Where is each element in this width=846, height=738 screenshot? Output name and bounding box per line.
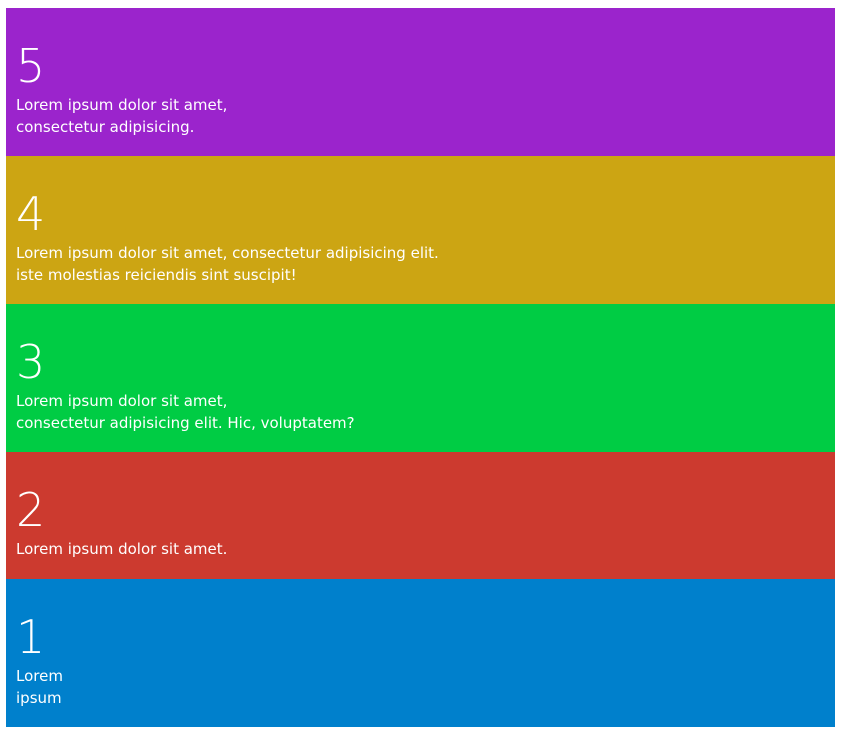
panel-text: Lorem ipsum dolor sit amet. (16, 538, 227, 560)
panel-text: Lorem ipsum dolor sit amet, consectetur … (16, 242, 439, 286)
panel-number: 1 (16, 610, 46, 664)
panel-number: 3 (16, 335, 46, 389)
panel-text-line: iste molestias reiciendis sint suscipit! (16, 266, 297, 284)
panel-text: Lorem ipsum (16, 665, 63, 709)
panel-text-line: Lorem ipsum dolor sit amet, consectetur … (16, 244, 439, 262)
panel-1: 1 Lorem ipsum (6, 579, 835, 727)
panel-text-line: Lorem ipsum dolor sit amet. (16, 540, 228, 558)
panel-number: 2 (16, 483, 46, 537)
panel-3: 3 Lorem ipsum dolor sit amet, consectetu… (6, 304, 835, 452)
panel-text-line: Lorem (16, 667, 63, 685)
panel-text-line: ipsum (16, 689, 62, 707)
panel-4: 4 Lorem ipsum dolor sit amet, consectetu… (6, 156, 835, 304)
panel-text-line: Lorem ipsum dolor sit amet, (16, 96, 228, 114)
panel-2: 2 Lorem ipsum dolor sit amet. (6, 452, 835, 579)
panel-number: 4 (16, 187, 46, 241)
panel-text-line: consectetur adipisicing elit. Hic, volup… (16, 414, 355, 432)
panel-text-line: consectetur adipisicing. (16, 118, 195, 136)
panel-5: 5 Lorem ipsum dolor sit amet, consectetu… (6, 8, 835, 156)
panel-number: 5 (16, 39, 46, 93)
panel-text-line: Lorem ipsum dolor sit amet, (16, 392, 228, 410)
panel-text: Lorem ipsum dolor sit amet, consectetur … (16, 94, 227, 138)
panel-text: Lorem ipsum dolor sit amet, consectetur … (16, 390, 355, 434)
